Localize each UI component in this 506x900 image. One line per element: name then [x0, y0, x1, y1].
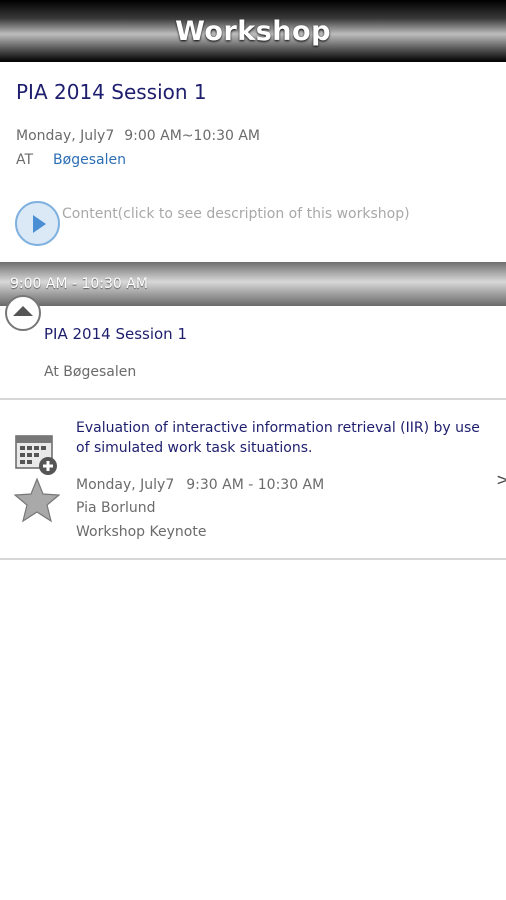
chevron-up-icon[interactable]: [5, 295, 41, 331]
talk-date-time: Monday, July7 9:30 AM - 10:30 AM: [76, 477, 324, 493]
talk-time: 9:30 AM - 10:30 AM: [186, 477, 325, 493]
talk-title[interactable]: Evaluation of interactive information re…: [76, 418, 486, 458]
content-description-link[interactable]: Content(click to see description of this…: [62, 206, 410, 222]
at-label: AT: [16, 152, 34, 168]
page-title: Workshop: [175, 15, 331, 47]
room-link[interactable]: Bøgesalen: [53, 152, 126, 168]
session-title: PIA 2014 Session 1: [16, 80, 207, 104]
talk-date: Monday, July7: [76, 477, 175, 493]
play-icon[interactable]: [15, 201, 60, 246]
talk-speaker: Pia Borlund: [76, 500, 156, 516]
divider: [0, 558, 506, 560]
timeslot-location: At Bøgesalen: [44, 364, 137, 380]
session-date-time: Monday, July7 9:00 AM~10:30 AM: [16, 128, 260, 144]
star-icon[interactable]: [14, 477, 60, 523]
session-time: 9:00 AM~10:30 AM: [124, 128, 260, 144]
session-date: Monday, July7: [16, 128, 115, 144]
timeslot-header: 9:00 AM - 10:30 AM: [0, 262, 506, 306]
timeslot-title: PIA 2014 Session 1: [44, 325, 187, 343]
title-bar: Workshop: [0, 0, 506, 62]
calendar-add-icon[interactable]: [15, 433, 59, 477]
timeslot-label: 9:00 AM - 10:30 AM: [10, 276, 148, 292]
talk-type: Workshop Keynote: [76, 524, 207, 540]
session-location: AT Bøgesalen: [16, 152, 126, 168]
chevron-right-icon[interactable]: >: [496, 470, 506, 489]
divider: [0, 398, 506, 400]
